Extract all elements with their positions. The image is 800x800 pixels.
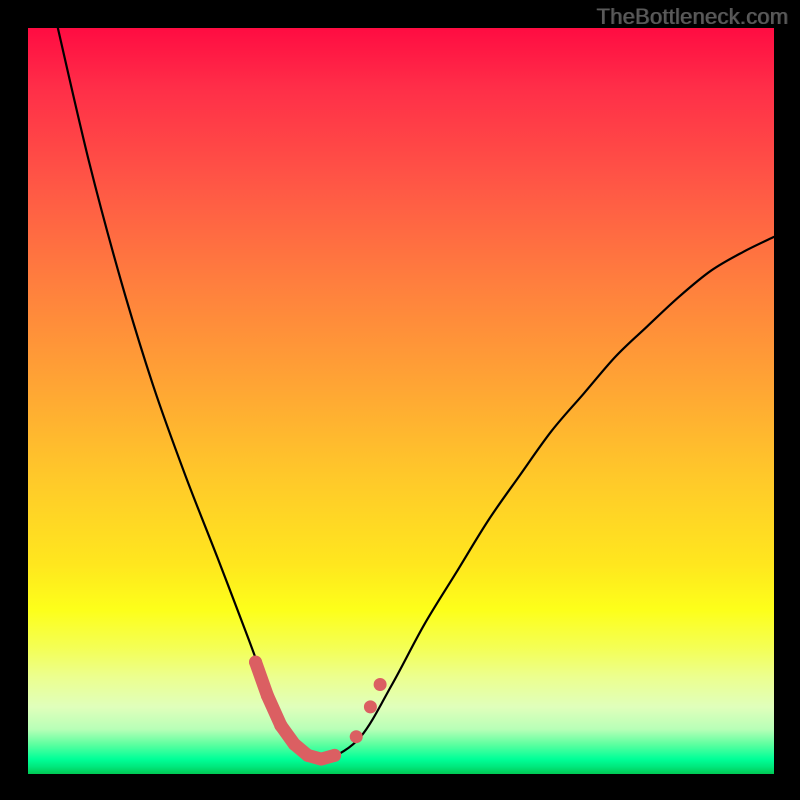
marker-group bbox=[249, 656, 387, 766]
marker-dot bbox=[350, 730, 363, 743]
marker-dot bbox=[374, 678, 387, 691]
marker-dot bbox=[364, 700, 377, 713]
chart-stage: TheBottleneck.com bbox=[0, 0, 800, 800]
marker-valley-floor bbox=[281, 726, 335, 760]
marker-leading bbox=[256, 662, 281, 725]
bottleneck-curve-svg bbox=[28, 28, 774, 774]
watermark-text: TheBottleneck.com bbox=[0, 4, 800, 30]
bottleneck-curve bbox=[58, 28, 774, 761]
